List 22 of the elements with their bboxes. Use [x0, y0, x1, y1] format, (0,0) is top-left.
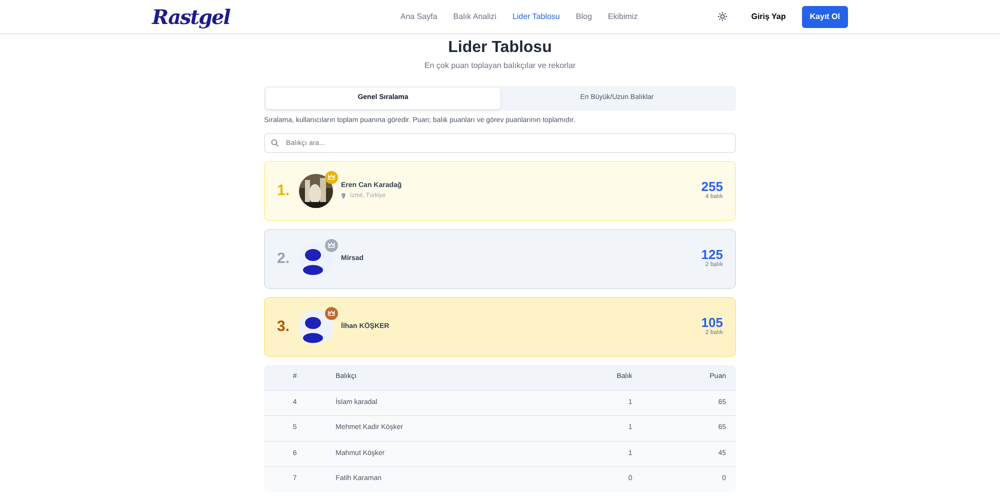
- signup-button[interactable]: Kayıt Ol: [802, 6, 848, 28]
- rank-number: 1.: [277, 180, 291, 201]
- user-icon: [299, 242, 333, 276]
- nav-link[interactable]: Blog: [576, 10, 592, 22]
- user-icon: [299, 310, 333, 344]
- points-value: 255: [701, 180, 723, 193]
- medal-icon: [325, 171, 338, 184]
- sun-icon[interactable]: [718, 12, 728, 21]
- nav-link[interactable]: Balık Analizi: [453, 10, 496, 22]
- points-value: 105: [701, 316, 723, 329]
- medal-icon: [325, 307, 338, 320]
- medal-icon: [325, 239, 338, 252]
- rank-number: 3.: [277, 316, 291, 337]
- pin-icon: [341, 193, 346, 200]
- nav-link[interactable]: Lider Tablosu: [512, 10, 560, 22]
- page-title: Lider Tablosu: [447, 38, 553, 58]
- points-value: 125: [701, 248, 723, 261]
- page-subtitle: En çok puan toplayan balıkçılar ve rekorlar: [423, 60, 577, 72]
- nav-link[interactable]: Ana Sayfa: [400, 10, 438, 22]
- rank-number: 2.: [277, 248, 291, 269]
- nav-link[interactable]: Ekibimiz: [608, 10, 638, 22]
- logo[interactable]: Rastgel: [152, 2, 230, 32]
